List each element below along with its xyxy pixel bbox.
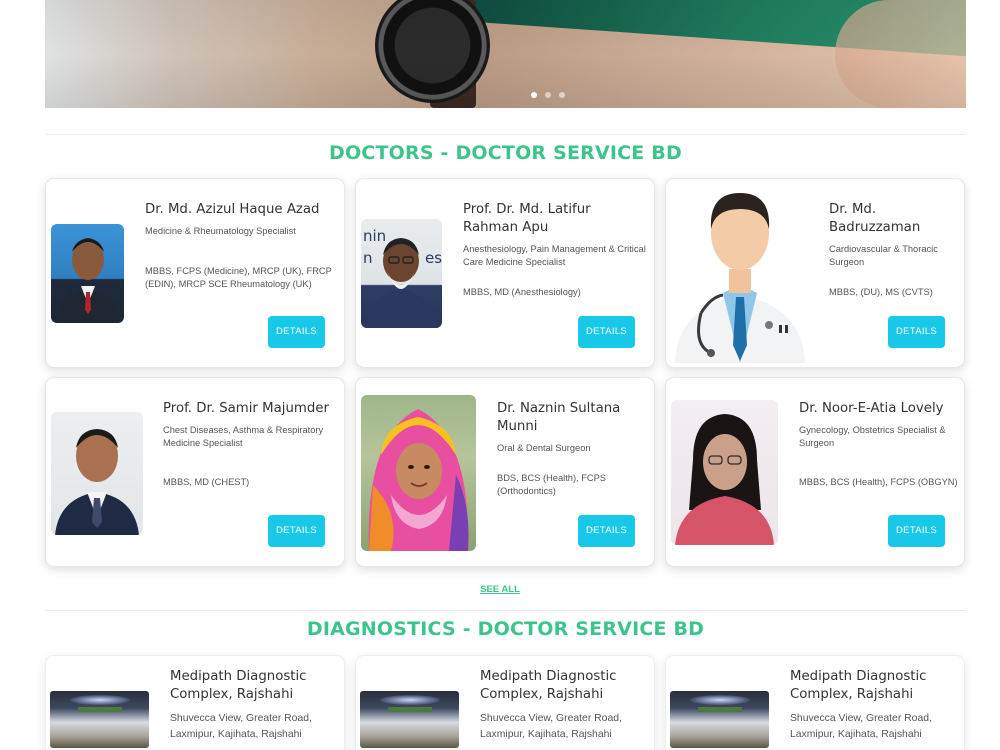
doctor-specialty: Chest Diseases, Asthma & Respiratory Med…	[163, 425, 324, 448]
doctors-section-title: DOCTORS - DOCTOR SERVICE BD	[329, 142, 682, 164]
details-button[interactable]: DETAILS	[268, 316, 325, 348]
doctor-card[interactable]: nin n es Prof. Dr. Md. Latifur Rahman Ap…	[355, 178, 655, 368]
hero-carousel[interactable]	[45, 0, 966, 108]
carousel-dot-1[interactable]	[531, 92, 537, 98]
doctor-avatar-illustration	[671, 185, 809, 363]
divider	[45, 134, 966, 135]
doctor-name[interactable]: Prof. Dr. Md. Latifur Rahman Apu	[463, 201, 648, 237]
details-button[interactable]: DETAILS	[578, 515, 635, 547]
diagnostic-name[interactable]: Medipath Diagnostic Complex, Rajshahi	[480, 668, 650, 704]
doctor-name[interactable]: Dr. Md. Azizul Haque Azad	[145, 201, 335, 219]
diagnostic-photo	[360, 691, 459, 748]
doctor-degrees: MBBS, MD (CHEST)	[163, 477, 250, 487]
doctor-degrees: BDS, BCS (Health), FCPS (Orthodontics)	[497, 473, 607, 496]
diagnostics-section-title: DIAGNOSTICS - DOCTOR SERVICE BD	[306, 618, 705, 640]
doctor-name[interactable]: Dr. Md. Badruzzaman	[829, 201, 944, 237]
doctor-specialty: Medicine & Rheumatology Specialist	[145, 226, 296, 236]
doctor-specialty: Cardiovascular & Thoracic Surgeon	[829, 244, 938, 267]
doctor-name[interactable]: Prof. Dr. Samir Majumder	[163, 400, 338, 418]
details-button[interactable]: DETAILS	[268, 515, 325, 547]
diagnostic-photo	[670, 691, 769, 748]
doctor-degrees: MBBS, FCPS (Medicine), MRCP (UK), FRCP (…	[145, 266, 332, 289]
diagnostic-name[interactable]: Medipath Diagnostic Complex, Rajshahi	[790, 668, 960, 704]
diagnostic-card[interactable]: Medipath Diagnostic Complex, Rajshahi Sh…	[665, 655, 965, 750]
diagnostic-name[interactable]: Medipath Diagnostic Complex, Rajshahi	[170, 668, 340, 704]
doctor-photo	[51, 412, 143, 535]
see-all-doctors-link[interactable]: SEE ALL	[0, 584, 1000, 595]
doctor-card[interactable]: Prof. Dr. Samir Majumder Chest Diseases,…	[45, 377, 345, 567]
doctor-card[interactable]: Dr. Md. Azizul Haque Azad Medicine & Rhe…	[45, 178, 345, 368]
doctor-degrees: MBBS, BCS (Health), FCPS (OBGYN)	[799, 477, 958, 487]
doctor-name[interactable]: Dr. Naznin Sultana Munni	[497, 400, 642, 436]
diagnostic-card[interactable]: Medipath Diagnostic Complex, Rajshahi Sh…	[45, 655, 345, 750]
doctor-degrees: MBBS, (DU), MS (CVTS)	[829, 287, 933, 297]
diagnostic-address: Shuvecca View, Greater Road, Laxmipur, K…	[480, 713, 622, 740]
svg-text:nin: nin	[363, 227, 386, 245]
doctor-specialty: Anesthesiology, Pain Management & Critic…	[463, 244, 646, 267]
diagnostic-photo	[50, 691, 149, 748]
doctor-specialty: Gynecology, Obstetrics Specialist & Surg…	[799, 425, 946, 448]
doctor-card[interactable]: Dr. Md. Badruzzaman Cardiovascular & Tho…	[665, 178, 965, 368]
doctor-card[interactable]: Dr. Noor-E-Atia Lovely Gynecology, Obste…	[665, 377, 965, 567]
diagnostic-address: Shuvecca View, Greater Road, Laxmipur, K…	[790, 713, 932, 740]
svg-text:n: n	[363, 249, 373, 267]
doctor-photo	[361, 395, 476, 551]
diagnostic-address: Shuvecca View, Greater Road, Laxmipur, K…	[170, 713, 312, 740]
details-button[interactable]: DETAILS	[888, 515, 945, 547]
details-button[interactable]: DETAILS	[578, 316, 635, 348]
carousel-dot-3[interactable]	[559, 92, 565, 98]
doctor-card[interactable]: Dr. Naznin Sultana Munni Oral & Dental S…	[355, 377, 655, 567]
doctor-degrees: MBBS, MD (Anesthesiology)	[463, 287, 581, 297]
doctor-name[interactable]: Dr. Noor-E-Atia Lovely	[799, 400, 959, 418]
svg-text:es: es	[425, 249, 442, 267]
carousel-indicators	[531, 92, 565, 98]
hero-image-overlay	[45, 0, 966, 108]
doctor-photo	[671, 400, 778, 545]
diagnostic-card[interactable]: Medipath Diagnostic Complex, Rajshahi Sh…	[355, 655, 655, 750]
doctor-photo: nin n es	[361, 219, 442, 328]
doctor-photo	[51, 224, 124, 323]
doctor-specialty: Oral & Dental Surgeon	[497, 443, 591, 453]
details-button[interactable]: DETAILS	[888, 316, 945, 348]
carousel-dot-2[interactable]	[545, 92, 551, 98]
divider	[45, 610, 966, 611]
